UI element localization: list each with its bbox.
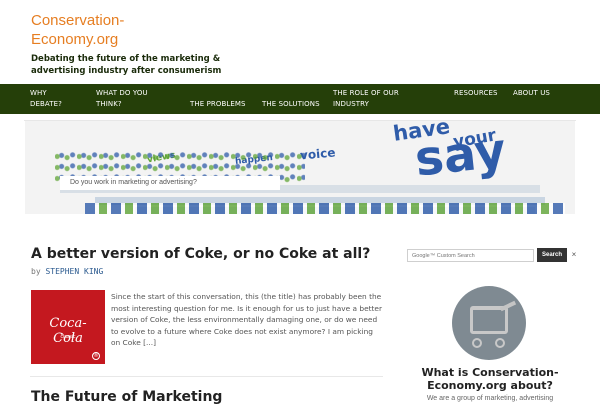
site-tagline: Debating the future of the marketing & a… (31, 54, 222, 76)
nav-item-resources[interactable]: RESOURCES (454, 88, 509, 99)
site-header: Conservation-Economy.org Debating the fu… (0, 0, 600, 84)
post-divider (30, 376, 383, 377)
search-input[interactable] (407, 249, 534, 262)
byline-prefix: by (31, 267, 41, 276)
hero-people-pattern (85, 203, 565, 214)
cart-handle-icon (499, 300, 517, 312)
hero-caption: Do you work in marketing or advertising? (60, 176, 280, 190)
nav-item-the-solutions[interactable]: THE SOLUTIONS (262, 99, 322, 110)
post-title[interactable]: A better version of Coke, or no Coke at … (31, 245, 370, 263)
post-byline: by STEPHEN KING (31, 266, 103, 277)
nav-item-why-debate[interactable]: WHY DEBATE? (30, 88, 75, 110)
coca-cola-classic-text: classic (60, 334, 76, 340)
cart-wheel-icon (495, 338, 505, 348)
main-nav: WHY DEBATE? WHAT DO YOU THINK? THE PROBL… (0, 84, 600, 114)
coca-cola-logo-icon: Coca-Cola (49, 316, 87, 346)
byline-author[interactable]: STEPHEN KING (45, 267, 103, 276)
nav-item-what-do-you-think[interactable]: WHAT DO YOU THINK? (96, 88, 166, 110)
sidebar-widget-text: We are a group of marketing, advertising (426, 395, 554, 402)
nav-item-the-problems[interactable]: THE PROBLEMS (190, 99, 250, 110)
shopping-cart-image (452, 286, 526, 360)
cart-wheel-icon (472, 338, 482, 348)
post-excerpt: Since the start of this conversation, th… (111, 292, 383, 347)
close-icon[interactable]: × (570, 250, 578, 260)
nav-item-about-us[interactable]: ABOUT US (513, 88, 553, 99)
hero-banner[interactable]: have your voice say views happen (25, 121, 575, 214)
nav-item-role-of-industry[interactable]: THE ROLE OF OUR INDUSTRY (333, 88, 423, 110)
hero-word-say: say (412, 122, 509, 188)
sidebar-widget-title: What is Conservation-Economy.org about? (421, 366, 559, 392)
next-post-title[interactable]: The Future of Marketing (31, 388, 222, 406)
search-button[interactable]: Search (537, 248, 567, 262)
site-title[interactable]: Conservation-Economy.org (31, 11, 211, 49)
post-thumbnail[interactable]: Coca-Cola classic ® (31, 290, 105, 364)
registered-mark-icon: ® (92, 352, 100, 360)
